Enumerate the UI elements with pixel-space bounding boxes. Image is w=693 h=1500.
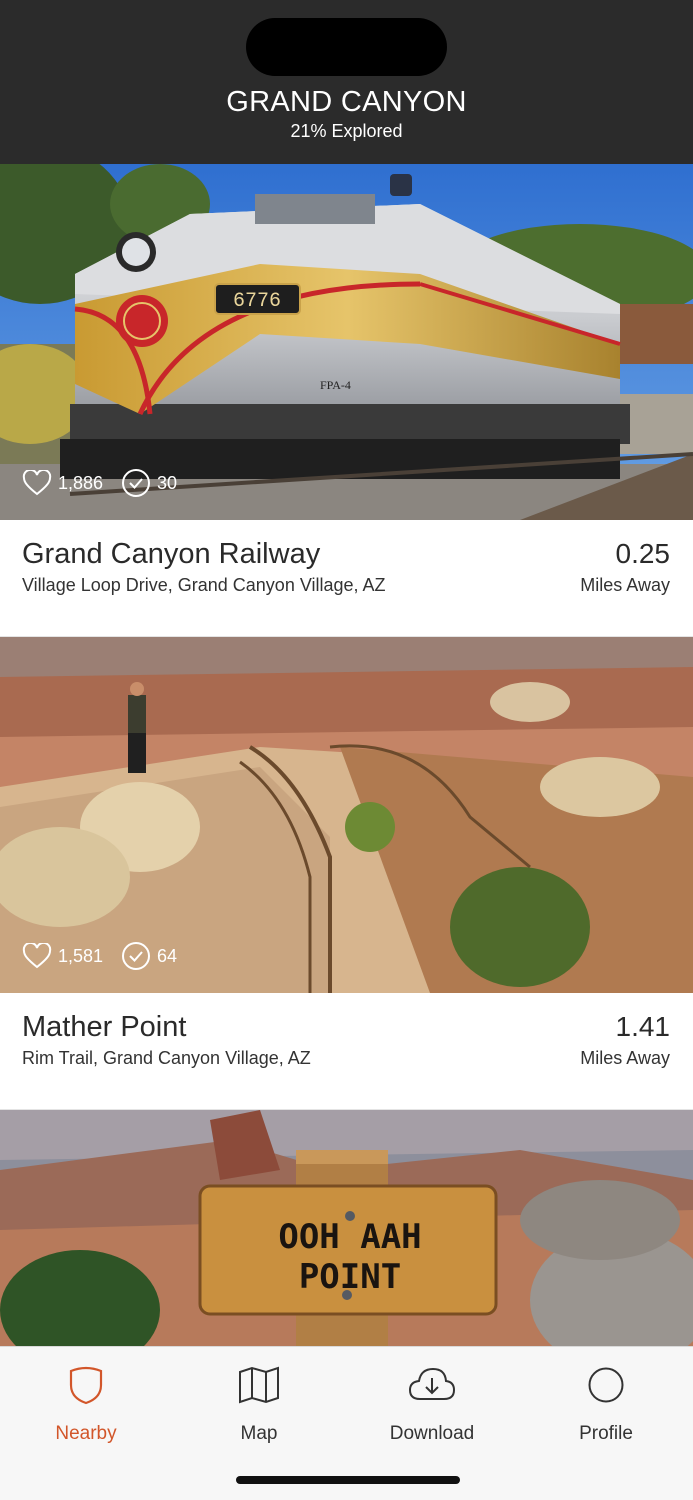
explored-progress-text: 21% Explored [290, 121, 403, 141]
sign-line-2: POINT [299, 1257, 401, 1297]
heart-icon [22, 943, 52, 969]
place-card-mather[interactable]: Mather Point Rim Trail, Grand Canyon Vil… [0, 993, 693, 1111]
checkins-count: 64 [157, 945, 178, 966]
place-card-railway[interactable]: Grand Canyon Railway Village Loop Drive,… [0, 520, 693, 638]
distance-unit: Miles Away [580, 575, 670, 595]
distance-unit: Miles Away [580, 1048, 670, 1068]
mather-point-photo [0, 637, 693, 993]
check-circle-icon [122, 942, 151, 970]
map-icon [239, 1366, 279, 1404]
home-indicator[interactable] [236, 1476, 460, 1484]
tab-nearby[interactable]: Nearby [11, 1365, 161, 1445]
heart-icon [22, 470, 52, 496]
shield-icon [69, 1366, 103, 1405]
circle-icon [588, 1367, 624, 1403]
checkins-stat[interactable]: 30 [121, 468, 177, 498]
place-photo-ooh-aah[interactable]: OOH AAH POINT [0, 1110, 693, 1346]
distance-value: 0.25 [615, 538, 671, 569]
tab-download[interactable]: Download [357, 1365, 507, 1445]
check-circle-icon [122, 469, 151, 497]
place-name: Grand Canyon Railway [22, 538, 321, 570]
tab-label: Nearby [55, 1423, 117, 1444]
tab-map[interactable]: Map [184, 1365, 334, 1445]
place-address: Rim Trail, Grand Canyon Village, AZ [22, 1048, 311, 1068]
place-name: Mather Point [22, 1011, 187, 1043]
tab-profile[interactable]: Profile [531, 1365, 681, 1445]
tab-label: Profile [579, 1423, 633, 1444]
stats-bar: 1,581 64 [22, 941, 195, 971]
dynamic-island [246, 18, 447, 76]
place-photo-railway[interactable]: 6776 FPA-4 1,886 30 [0, 164, 693, 520]
cloud-download-icon [408, 1367, 456, 1400]
likes-count: 1,886 [58, 472, 104, 493]
sign-line-1: OOH AAH [278, 1217, 421, 1257]
locomotive-number: 6776 [233, 290, 281, 313]
checkins-count: 30 [157, 472, 178, 493]
checkins-stat[interactable]: 64 [121, 941, 177, 971]
place-address: Village Loop Drive, Grand Canyon Village… [22, 575, 386, 595]
likes-stat[interactable]: 1,886 [22, 470, 103, 496]
page-title: GRAND CANYON [226, 86, 467, 118]
railway-photo: 6776 FPA-4 [0, 164, 693, 520]
tab-label: Download [389, 1423, 475, 1444]
distance-value: 1.41 [615, 1011, 671, 1042]
locomotive-model: FPA-4 [320, 378, 351, 392]
place-photo-mather[interactable]: 1,581 64 [0, 637, 693, 993]
app-header: GRAND CANYON 21% Explored [0, 0, 693, 164]
tab-label: Map [240, 1423, 278, 1444]
likes-count: 1,581 [58, 945, 104, 966]
ooh-aah-point-photo: OOH AAH POINT [0, 1110, 693, 1346]
likes-stat[interactable]: 1,581 [22, 943, 103, 969]
stats-bar: 1,886 30 [22, 468, 195, 498]
